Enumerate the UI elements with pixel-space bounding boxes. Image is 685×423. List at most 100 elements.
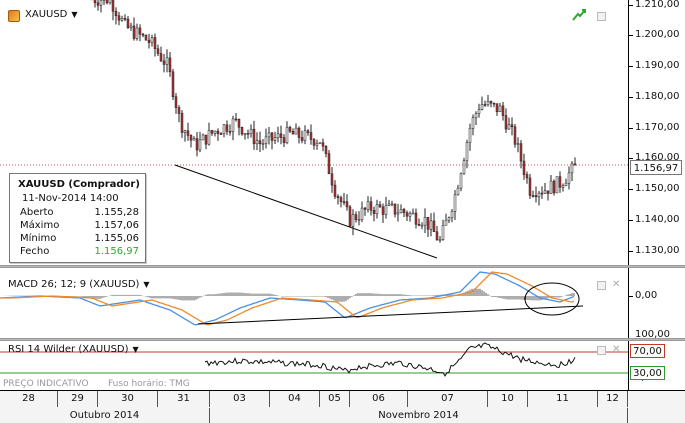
candle-body: [460, 174, 462, 188]
candle-body: [121, 18, 123, 20]
candle-body: [520, 144, 522, 161]
price-axis[interactable]: 1.210,00 1.200,00 1.190,00 1.180,00 1.17…: [628, 0, 685, 265]
candle-body: [544, 191, 546, 193]
macd-tick: 0,00: [635, 290, 657, 301]
candle-body: [421, 225, 423, 226]
candle-body: [271, 133, 273, 141]
candle-body: [277, 134, 279, 138]
price-info-box: XAUUSD (Comprador) 11-Nov-2014 14:00 Abe…: [9, 173, 146, 263]
chevron-down-icon[interactable]: ▼: [133, 345, 139, 354]
maximize-icon[interactable]: [597, 12, 606, 21]
price-tick: 1.130,00: [635, 245, 680, 256]
candle-body: [127, 19, 129, 28]
candle-body: [184, 131, 186, 133]
macd-axis[interactable]: 0,00: [628, 268, 685, 338]
candle-body: [223, 125, 225, 134]
maximize-icon[interactable]: [597, 281, 606, 290]
candle-body: [433, 221, 435, 232]
candle-body: [355, 215, 357, 220]
candle-body: [148, 40, 150, 42]
candle-body: [187, 131, 189, 136]
candle-body: [379, 205, 381, 207]
candle-body: [172, 72, 174, 97]
info-label-low: Mínimo: [20, 233, 56, 244]
candle-body: [514, 127, 516, 144]
candle-body: [391, 204, 393, 205]
close-icon[interactable]: ✕: [612, 344, 620, 355]
candle-body: [562, 186, 564, 187]
candle-body: [211, 130, 213, 133]
candle-body: [496, 104, 498, 112]
candle-body: [490, 101, 492, 103]
candle-body: [541, 193, 543, 194]
candle-body: [469, 128, 471, 142]
month-label: Novembro 2014: [210, 408, 628, 423]
price-chart-panel[interactable]: XAUUSD▼ XAUUSD (Comprador) 11-Nov-2014 1…: [0, 0, 628, 265]
candle-body: [130, 26, 132, 28]
price-tick: 1.150,00: [635, 183, 680, 194]
candle-body: [136, 28, 138, 39]
candle-body: [307, 131, 309, 133]
rsi-30-tag: 30,00: [630, 366, 665, 380]
candle-body: [151, 38, 153, 43]
candle-body: [358, 220, 360, 221]
candle-body: [220, 134, 222, 135]
macd-panel[interactable]: MACD 26; 12; 9 (XAUUSD) ▼ ✕: [0, 268, 628, 338]
candle-body: [568, 173, 570, 183]
candle-body: [430, 221, 432, 229]
candle-body: [262, 144, 264, 145]
candle-body: [502, 106, 504, 116]
macd-label: MACD 26; 12; 9 (XAUUSD): [8, 279, 139, 290]
rsi-panel[interactable]: RSI 14 Wilder (XAUUSD)▼ PREÇO INDICATIVO…: [0, 341, 628, 390]
candle-body: [145, 35, 147, 40]
candle-body: [205, 135, 207, 144]
trend-up-icon[interactable]: [572, 8, 586, 22]
day-label: 04: [270, 391, 320, 407]
rsi-selector[interactable]: RSI 14 Wilder (XAUUSD)▼: [8, 344, 139, 355]
candle-body: [202, 135, 204, 140]
time-axis[interactable]: 28 29 30 31 03 04 05 06 07 10 11 12 Outu…: [0, 390, 685, 423]
maximize-icon[interactable]: [597, 346, 606, 355]
candle-body: [175, 97, 177, 108]
highlight-ellipse: [525, 283, 579, 315]
candle-body: [250, 129, 252, 134]
candle-body: [466, 143, 468, 161]
candle-body: [232, 119, 234, 132]
info-title: XAUUSD (Comprador): [18, 179, 140, 190]
candle-body: [181, 113, 183, 132]
candle-body: [397, 213, 399, 214]
candle-body: [217, 131, 219, 134]
candle-body: [535, 195, 537, 196]
candle-body: [208, 130, 210, 144]
candle-body: [154, 38, 156, 49]
info-value-open: 1.155,28: [94, 207, 139, 218]
day-label: 10: [488, 391, 528, 407]
price-tick: 1.140,00: [635, 214, 680, 225]
candle-body: [199, 140, 201, 150]
chevron-down-icon[interactable]: ▼: [71, 10, 77, 19]
chevron-down-icon[interactable]: ▼: [143, 280, 149, 289]
candle-body: [112, 0, 114, 11]
candle-body: [412, 213, 414, 214]
candle-body: [394, 204, 396, 214]
macd-selector[interactable]: MACD 26; 12; 9 (XAUUSD) ▼: [8, 279, 150, 290]
candle-body: [400, 209, 402, 213]
candle-body: [565, 183, 567, 186]
candle-body: [178, 108, 180, 114]
candle-body: [385, 205, 387, 214]
day-label: 03: [210, 391, 270, 407]
info-value-low: 1.155,06: [94, 233, 139, 244]
candle-body: [373, 210, 375, 214]
info-label-close: Fecho: [20, 246, 49, 257]
candle-body: [550, 181, 552, 194]
candle-body: [313, 140, 315, 146]
symbol-selector[interactable]: XAUUSD▼: [25, 9, 78, 20]
candle-body: [163, 61, 165, 65]
current-price-tag: 1.156,97: [630, 160, 682, 175]
candle-body: [403, 209, 405, 212]
candle-body: [115, 11, 117, 15]
close-icon[interactable]: ✕: [612, 279, 620, 290]
candle-body: [508, 125, 510, 129]
candle-body: [190, 135, 192, 140]
candle-body: [298, 128, 300, 137]
